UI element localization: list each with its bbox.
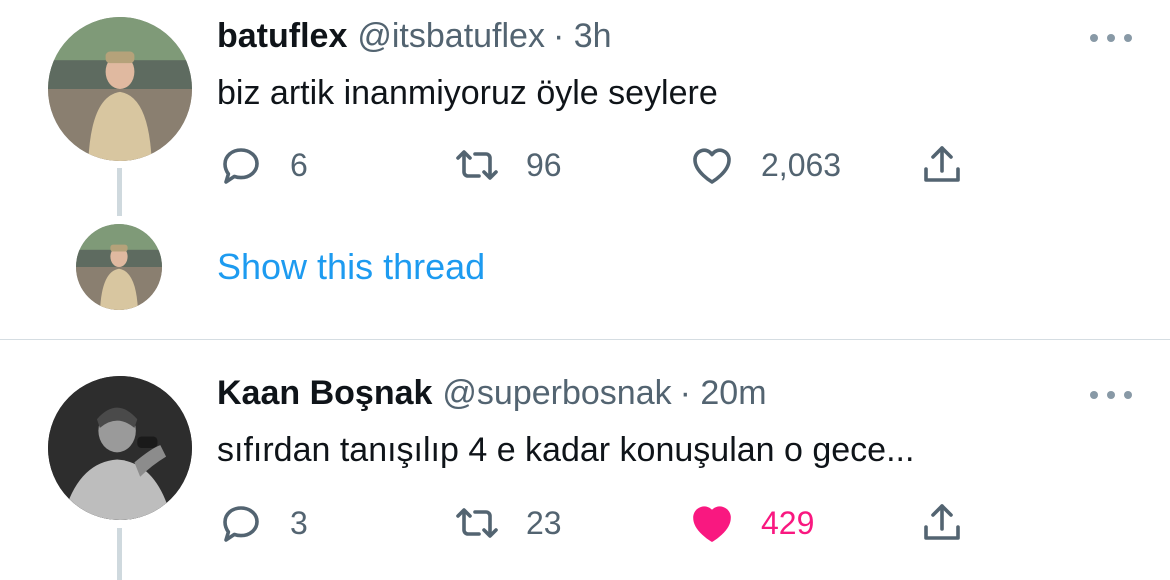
like-icon	[693, 148, 731, 184]
retweet-count: 23	[526, 504, 562, 541]
avatar-batuflex-small[interactable]	[76, 224, 162, 310]
tweet-header: Kaan Boşnak @superbosnak · 20m	[217, 374, 767, 413]
reply-count: 6	[290, 146, 308, 183]
reply-button[interactable]: 6	[217, 140, 308, 190]
retweet-button[interactable]: 23	[453, 498, 562, 548]
more-icon[interactable]	[1090, 32, 1132, 44]
thread-connector	[117, 168, 122, 216]
avatar-kaan-bosnak[interactable]	[48, 376, 192, 520]
retweet-count: 96	[526, 146, 562, 183]
timestamp[interactable]: · 3h	[553, 17, 612, 56]
share-button[interactable]	[918, 498, 966, 548]
user-handle[interactable]: @superbosnak	[442, 374, 671, 413]
tweet-text: sıfırdan tanışılıp 4 e kadar konuşulan o…	[217, 431, 915, 469]
share-icon	[924, 504, 960, 540]
reply-button[interactable]: 3	[217, 498, 308, 548]
retweet-icon	[456, 150, 498, 180]
like-count: 429	[761, 504, 815, 541]
show-thread-link[interactable]: Show this thread	[217, 246, 485, 288]
like-button[interactable]: 2,063	[688, 140, 841, 190]
more-icon[interactable]	[1090, 389, 1132, 401]
reply-count: 3	[290, 504, 308, 541]
retweet-button[interactable]: 96	[453, 140, 562, 190]
user-handle[interactable]: @itsbatuflex	[357, 17, 545, 56]
share-icon	[924, 146, 960, 182]
share-button[interactable]	[918, 140, 966, 190]
display-name[interactable]: Kaan Boşnak	[217, 374, 432, 413]
tweet-divider	[0, 339, 1170, 340]
like-button[interactable]: 429	[688, 498, 814, 548]
like-count: 2,063	[761, 146, 842, 183]
thread-connector	[117, 528, 122, 580]
tweet-header: batuflex @itsbatuflex · 3h	[217, 17, 612, 56]
like-icon	[693, 506, 731, 542]
retweet-icon	[456, 508, 498, 538]
reply-icon	[223, 506, 259, 542]
avatar-batuflex[interactable]	[48, 17, 192, 161]
display-name[interactable]: batuflex	[217, 17, 347, 56]
timestamp[interactable]: · 20m	[680, 374, 767, 413]
reply-icon	[223, 148, 259, 184]
tweet-text: biz artik inanmiyoruz öyle seylere	[217, 74, 718, 112]
